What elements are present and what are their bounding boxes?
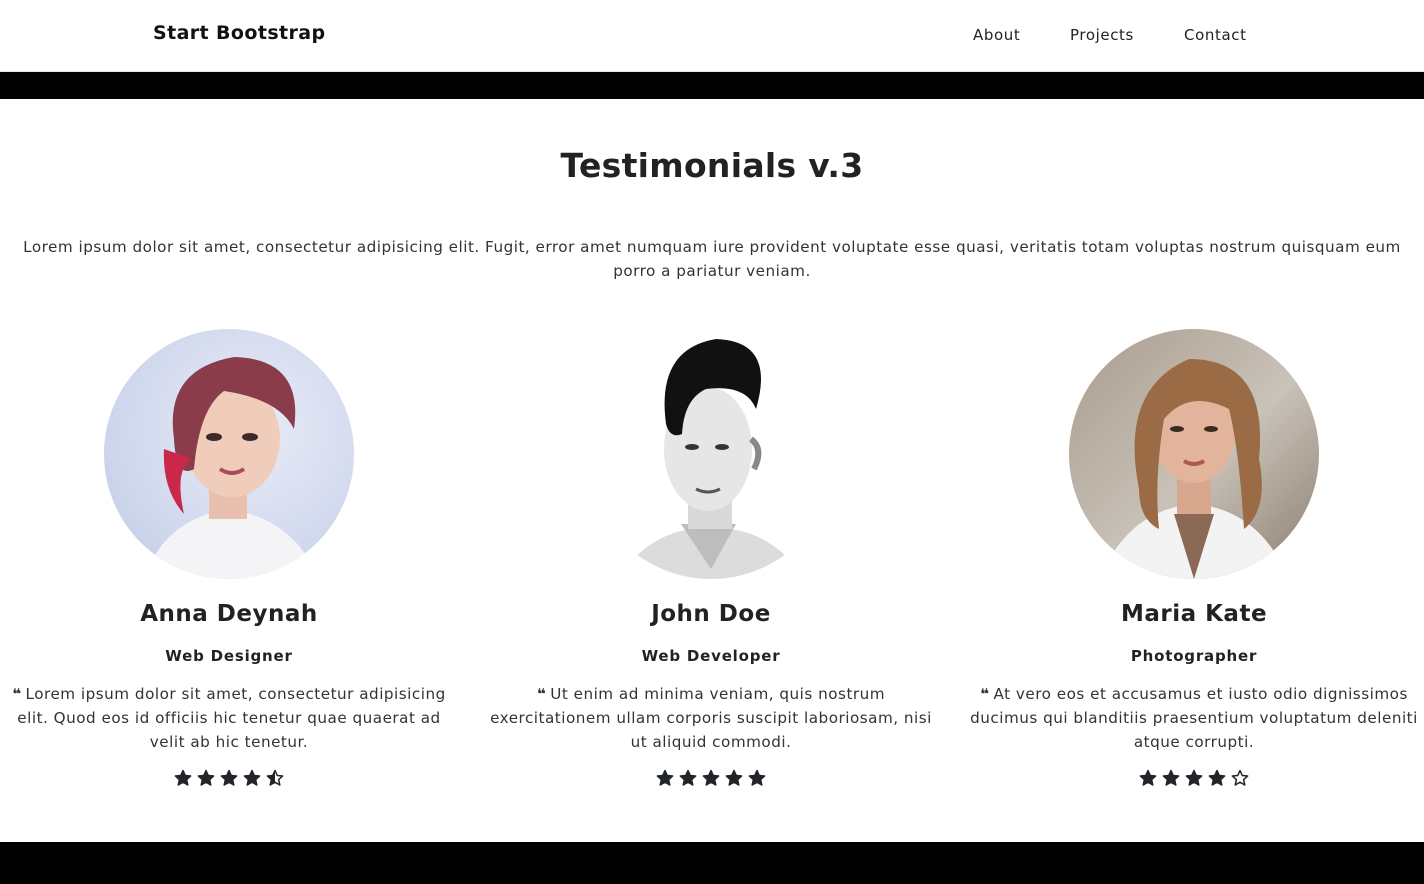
star-full-icon xyxy=(679,769,697,786)
star-full-icon xyxy=(174,769,192,786)
star-full-icon xyxy=(1162,769,1180,786)
star-half-icon xyxy=(266,769,284,786)
star-full-icon xyxy=(1185,769,1203,786)
avatar-anna xyxy=(104,329,354,579)
person-role: Web Developer xyxy=(641,647,781,665)
star-full-icon xyxy=(243,769,261,786)
star-full-icon xyxy=(725,769,743,786)
star-full-icon xyxy=(656,769,674,786)
section-intro: Lorem ipsum dolor sit amet, consectetur … xyxy=(23,238,1401,280)
quote-left-icon: ❝ xyxy=(12,685,22,703)
star-full-icon xyxy=(1139,769,1157,786)
testimonial-quote: ❝ Ut enim ad minima veniam, quis nostrum … xyxy=(489,682,933,754)
star-empty-icon xyxy=(1231,769,1249,786)
nav-link-contact[interactable]: Contact xyxy=(1184,26,1247,44)
testimonial-quote: ❝ At vero eos et accusamus et iusto odio … xyxy=(969,682,1419,754)
brand-logo[interactable]: Start Bootstrap xyxy=(153,22,326,44)
person-role: Photographer xyxy=(1130,647,1258,665)
section-title: Testimonials v.3 xyxy=(560,146,864,185)
person-name: Maria Kate xyxy=(1120,601,1268,627)
star-full-icon xyxy=(748,769,766,786)
rating-stars xyxy=(969,769,1419,787)
avatar-john xyxy=(586,329,836,579)
person-role: Web Designer xyxy=(165,647,293,665)
star-full-icon xyxy=(197,769,215,786)
person-name: Anna Deynah xyxy=(140,601,318,627)
header-band xyxy=(0,72,1424,99)
person-name: John Doe xyxy=(651,601,771,627)
testimonial-card: John Doe Web Developer ❝ Ut enim ad minim… xyxy=(489,329,933,786)
quote-left-icon: ❝ xyxy=(536,685,547,703)
quote-left-icon: ❝ xyxy=(980,685,990,703)
nav-link-about[interactable]: About xyxy=(973,26,1020,44)
testimonial-card: Maria Kate Photographer ❝ At vero eos et … xyxy=(969,329,1419,786)
navbar: Start Bootstrap About Projects Contact xyxy=(0,0,1424,72)
quote-text: Lorem ipsum dolor sit amet, consectetur … xyxy=(17,685,446,751)
avatar-maria xyxy=(1069,329,1319,579)
testimonial-card: Anna Deynah Web Designer ❝ Lorem ipsum do… xyxy=(12,329,446,786)
quote-text: At vero eos et accusamus et iusto odio d… xyxy=(970,685,1418,751)
star-full-icon xyxy=(702,769,720,786)
quote-text: Ut enim ad minima veniam, quis nostrum e… xyxy=(490,685,932,751)
star-full-icon xyxy=(1208,769,1226,786)
avatar-illustration xyxy=(616,339,806,579)
avatar-illustration xyxy=(1099,359,1289,579)
avatar-illustration xyxy=(144,357,319,579)
rating-stars xyxy=(489,769,933,787)
footer-band xyxy=(0,842,1424,884)
testimonial-quote: ❝ Lorem ipsum dolor sit amet, consectetur… xyxy=(12,682,446,754)
rating-stars xyxy=(12,769,446,787)
star-full-icon xyxy=(220,769,238,786)
nav-link-projects[interactable]: Projects xyxy=(1070,26,1134,44)
